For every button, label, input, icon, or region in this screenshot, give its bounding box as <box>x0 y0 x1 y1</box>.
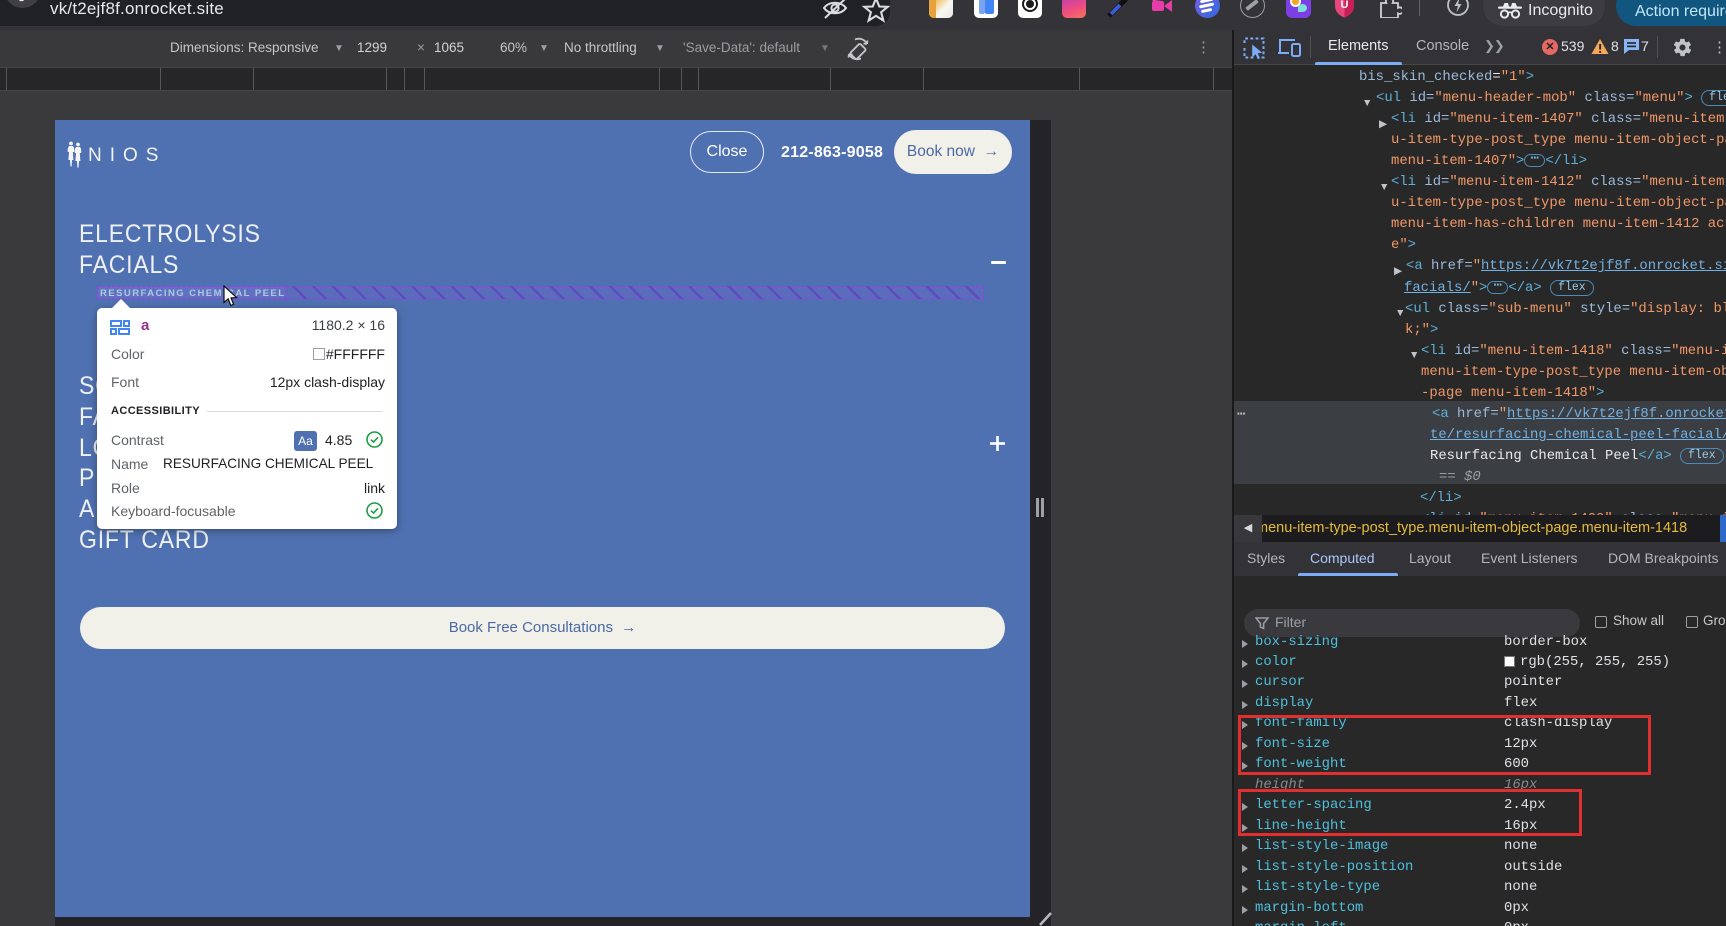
svg-text:U: U <box>1341 0 1349 11</box>
